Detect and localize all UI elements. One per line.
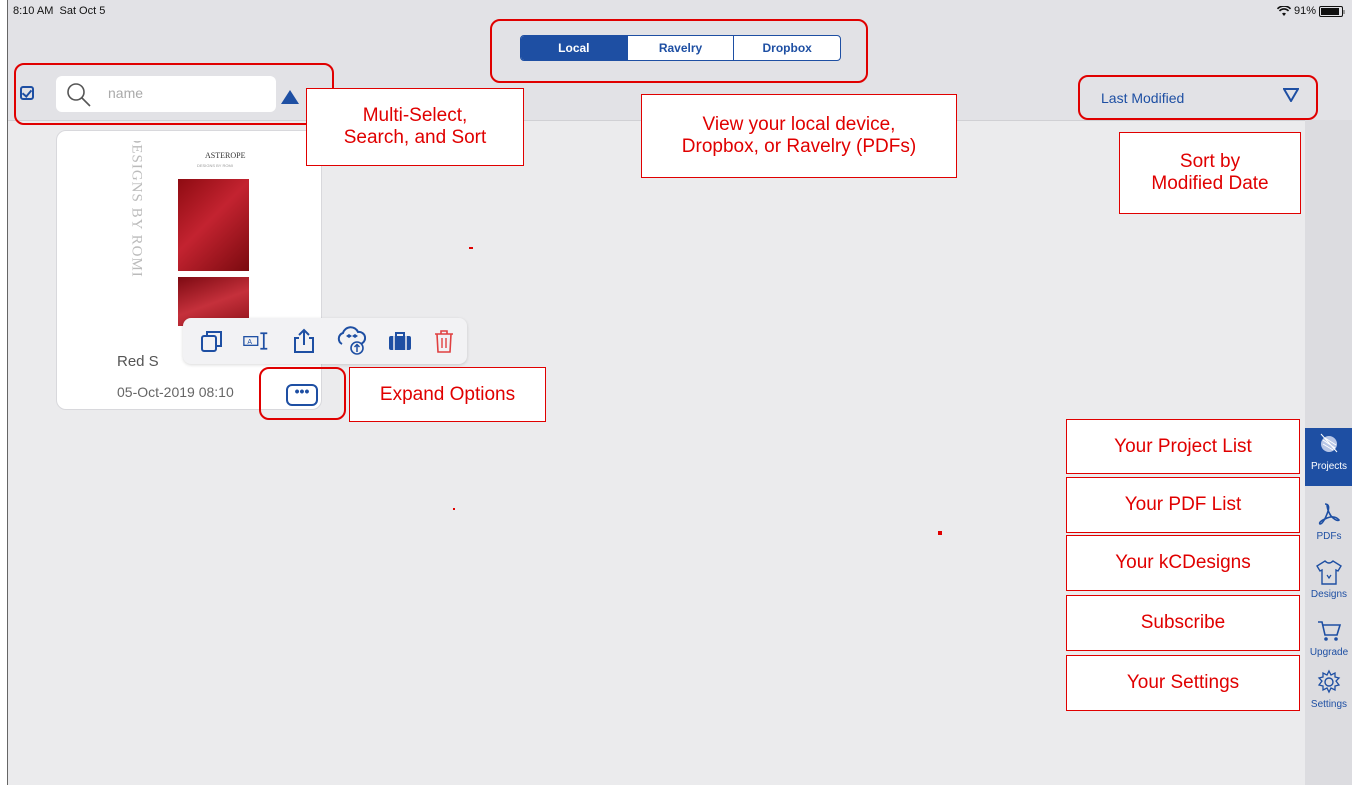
sidebar-item-upgrade[interactable]: Upgrade <box>1305 614 1352 672</box>
annotation-outline-search <box>14 63 334 125</box>
battery-icon <box>1319 5 1345 17</box>
gear-icon <box>1317 669 1341 694</box>
cover-title: ASTEROPE <box>205 151 246 160</box>
wifi-icon <box>1276 5 1291 16</box>
sidebar-item-settings[interactable]: Settings <box>1305 666 1352 724</box>
annotation-mark <box>453 508 455 510</box>
yarn-icon <box>1320 433 1338 453</box>
callout-settings: Your Settings <box>1066 655 1300 711</box>
sidebar-item-label: Designs <box>1310 589 1348 600</box>
dropbox-upload-icon[interactable] <box>336 326 366 356</box>
battery-percent: 91% <box>1293 5 1316 17</box>
cover-vertical-text: DESIGNS BY ROMI <box>128 141 145 278</box>
pdf-icon <box>1318 503 1341 525</box>
briefcase-icon[interactable] <box>387 328 413 354</box>
sidebar: Projects PDFs Designs Upgrade Settings <box>1305 120 1352 785</box>
annotation-outline-tabs <box>490 19 868 83</box>
sidebar-item-label: Settings <box>1310 699 1348 710</box>
project-date: 05-Oct-2019 08:10 <box>117 384 234 400</box>
sidebar-item-pdfs[interactable]: PDFs <box>1305 498 1352 556</box>
svg-text:A: A <box>247 339 252 346</box>
annotation-mark <box>469 247 473 249</box>
cover-photo-top <box>178 179 249 271</box>
trash-icon[interactable] <box>431 328 457 354</box>
annotation-outline-more <box>259 367 346 420</box>
callout-pdf-list: Your PDF List <box>1066 477 1300 533</box>
callout-kcdesigns: Your kCDesigns <box>1066 535 1300 591</box>
duplicate-icon[interactable] <box>199 328 225 354</box>
rename-icon[interactable]: A <box>243 328 269 354</box>
card-options-toolbar: A <box>183 318 467 364</box>
sidebar-item-label: Upgrade <box>1309 647 1349 658</box>
callout-expand: Expand Options <box>349 367 546 422</box>
sidebar-item-label: Projects <box>1310 461 1348 472</box>
sidebar-item-label: PDFs <box>1316 531 1342 542</box>
cover-subtitle: DESIGNS BY ROMI <box>197 163 233 168</box>
cart-icon <box>1318 621 1342 641</box>
project-name: Red S <box>117 353 159 370</box>
annotation-outline-sort <box>1078 75 1318 120</box>
share-icon[interactable] <box>291 328 317 354</box>
callout-project-list: Your Project List <box>1066 419 1300 474</box>
sidebar-item-projects[interactable]: Projects <box>1305 428 1352 486</box>
status-time: 8:10 AM Sat Oct 5 <box>13 5 106 17</box>
callout-sort-modified: Sort by Modified Date <box>1119 132 1301 214</box>
annotation-mark <box>938 531 942 535</box>
sweater-icon <box>1316 560 1342 585</box>
callout-subscribe: Subscribe <box>1066 595 1300 651</box>
pattern-cover: DESIGNS BY ROMI ASTEROPE DESIGNS BY ROMI <box>121 141 259 326</box>
callout-view-source: View your local device, Dropbox, or Rave… <box>641 94 957 178</box>
sidebar-item-designs[interactable]: Designs <box>1305 556 1352 614</box>
callout-multiselect: Multi-Select, Search, and Sort <box>306 88 524 166</box>
